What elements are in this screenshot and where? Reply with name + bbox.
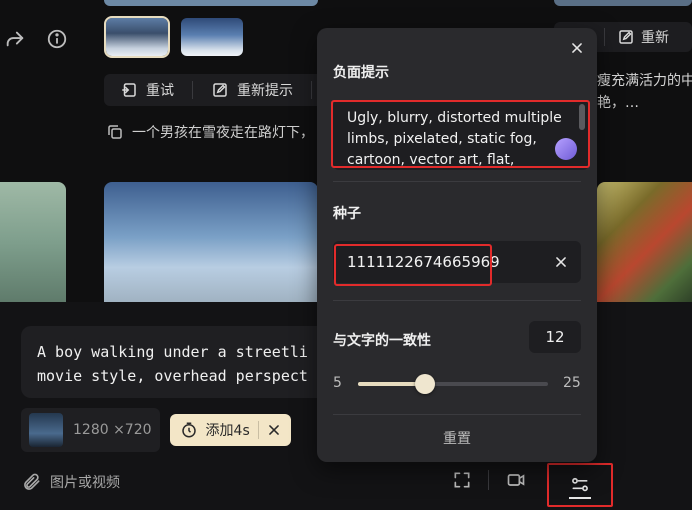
left-action-icons xyxy=(4,28,68,50)
reference-thumbnail xyxy=(29,413,63,447)
retry-icon xyxy=(120,81,138,99)
negative-prompt-text: Ugly, blurry, distorted multiple limbs, … xyxy=(347,110,562,168)
video-camera-icon[interactable] xyxy=(505,470,527,490)
divider xyxy=(333,414,581,415)
thumbnail[interactable] xyxy=(181,18,243,56)
paperclip-icon xyxy=(22,472,42,492)
cfg-max: 25 xyxy=(563,375,581,391)
add-duration-pill[interactable]: 添加4s xyxy=(169,414,291,446)
reference-pill[interactable]: 1280 ×720 xyxy=(21,408,160,452)
generated-image[interactable] xyxy=(0,182,66,304)
seed-heading: 种子 xyxy=(333,206,361,222)
retry-button[interactable]: 重试 xyxy=(114,80,180,100)
divider xyxy=(311,81,312,99)
cfg-slider[interactable] xyxy=(358,374,548,394)
info-icon[interactable] xyxy=(46,28,68,50)
divider xyxy=(333,300,581,301)
divider xyxy=(192,81,193,99)
attach-label: 图片或视频 xyxy=(50,475,120,491)
add-duration-label: 添加4s xyxy=(205,423,250,439)
generation-options: 1280 ×720 添加4s xyxy=(21,408,291,452)
sliders-icon xyxy=(569,475,591,495)
seed-input[interactable]: 1111122674665969 xyxy=(333,241,581,283)
cfg-value-input[interactable]: 12 xyxy=(529,321,581,353)
prompt-line: A boy walking under a streetli xyxy=(37,343,308,361)
cfg-heading: 与文字的一致性 xyxy=(333,333,431,349)
negative-prompt-input[interactable]: Ugly, blurry, distorted multiple limbs, … xyxy=(333,100,589,170)
reprompt-button[interactable]: 重新提示 xyxy=(205,80,299,100)
divider xyxy=(333,181,581,182)
close-icon[interactable] xyxy=(267,423,281,437)
divider xyxy=(488,470,489,490)
active-indicator xyxy=(569,497,591,499)
prompt-input[interactable]: A boy walking under a streetli movie sty… xyxy=(21,326,331,398)
edit-icon xyxy=(211,81,229,99)
advanced-settings-popover: 负面提示 Ugly, blurry, distorted multiple li… xyxy=(317,28,597,462)
right-text-line: 瘦充满活力的中 xyxy=(597,73,692,89)
thumbnail-selected[interactable] xyxy=(104,16,170,58)
fullscreen-icon[interactable] xyxy=(452,470,472,490)
reprompt-label: 重新提示 xyxy=(237,83,293,99)
reset-button[interactable]: 重置 xyxy=(317,428,597,448)
generated-image[interactable] xyxy=(597,182,692,304)
prompt-line: movie style, overhead perspect xyxy=(37,367,308,385)
cfg-slider-handle[interactable] xyxy=(414,374,435,394)
negative-prompt-heading: 负面提示 xyxy=(333,65,389,81)
top-strip-left xyxy=(104,0,318,6)
right-prompt-text: 瘦充满活力的中 艳，… xyxy=(597,70,692,114)
copy-icon[interactable] xyxy=(106,123,124,141)
share-icon[interactable] xyxy=(4,28,26,50)
close-icon[interactable] xyxy=(567,38,587,58)
divider xyxy=(604,28,605,46)
top-strip-right xyxy=(554,0,692,6)
right-text-line: 艳，… xyxy=(597,95,639,111)
cfg-min: 5 xyxy=(333,375,342,391)
settings-button[interactable] xyxy=(547,463,613,507)
assistant-icon[interactable] xyxy=(555,138,577,160)
reprompt-label[interactable]: 重新 xyxy=(641,27,669,47)
prompt-preview-text: 一个男孩在雪夜走在路灯下， xyxy=(132,125,314,141)
resolution-label: 1280 ×720 xyxy=(73,422,152,438)
divider xyxy=(257,421,259,439)
composer-tools xyxy=(452,470,527,490)
seed-value: 1111122674665969 xyxy=(347,253,500,271)
edit-icon[interactable] xyxy=(617,28,635,46)
generated-image[interactable] xyxy=(104,182,318,304)
prompt-preview[interactable]: 一个男孩在雪夜走在路灯下， xyxy=(106,122,314,142)
scrollbar[interactable] xyxy=(579,104,585,130)
timer-icon xyxy=(180,421,198,439)
clear-icon[interactable] xyxy=(551,252,571,272)
attach-button[interactable]: 图片或视频 xyxy=(22,472,120,492)
retry-label: 重试 xyxy=(146,83,174,99)
